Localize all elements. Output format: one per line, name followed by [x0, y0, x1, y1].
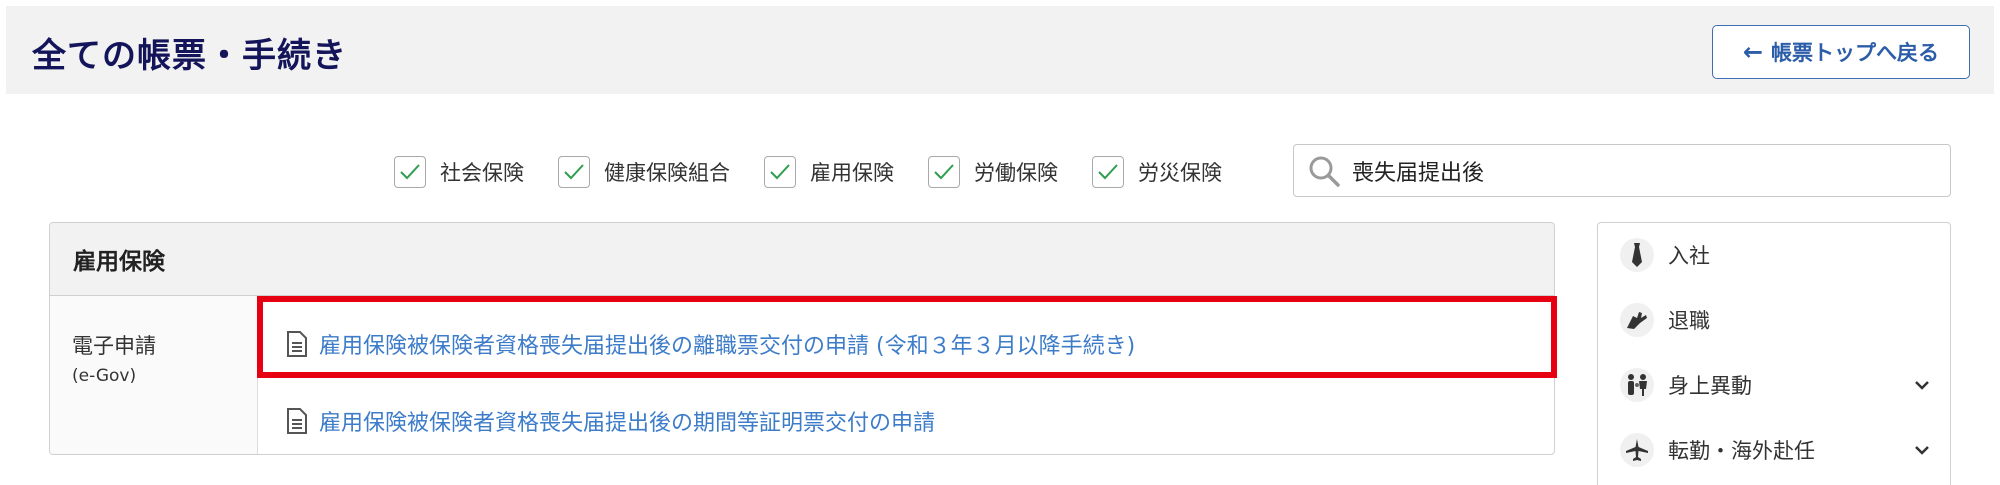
sidebar-item-tenkin-kaigai-funin[interactable]: 転勤・海外赴任	[1620, 430, 1936, 470]
sidebar-item-shinjo-ido[interactable]: 身上異動	[1620, 365, 1936, 405]
filter-shakai-hoken[interactable]: 社会保険	[394, 156, 524, 188]
page-title: 全ての帳票・手続き	[32, 36, 347, 76]
filter-rodo-hoken[interactable]: 労働保険	[928, 156, 1058, 188]
checkbox[interactable]	[764, 156, 796, 188]
necktie-icon	[1620, 238, 1654, 272]
checkbox[interactable]	[394, 156, 426, 188]
sidebar-item-label: 転勤・海外赴任	[1668, 439, 1815, 463]
category-cell: 電子申請 (e-Gov)	[50, 296, 258, 454]
checkbox[interactable]	[558, 156, 590, 188]
sidebar-item-label: 退職	[1668, 309, 1710, 333]
category-subtitle: (e-Gov)	[72, 366, 137, 386]
form-link-label[interactable]: 雇用保険被保険者資格喪失届提出後の離職票交付の申請 (令和３年３月以降手続き)	[319, 328, 1135, 360]
checkbox[interactable]	[928, 156, 960, 188]
checkmark-icon	[400, 164, 420, 180]
family-icon	[1620, 368, 1654, 402]
back-to-forms-top-button[interactable]: ← 帳票トップへ戻る	[1712, 25, 1970, 79]
checkmark-icon	[934, 164, 954, 180]
checkmark-icon	[770, 164, 790, 180]
panel-title: 雇用保険	[50, 223, 1554, 296]
checkmark-icon	[564, 164, 584, 180]
filter-label: 労働保険	[974, 161, 1058, 185]
category-title: 電子申請	[72, 334, 156, 358]
checkbox[interactable]	[1092, 156, 1124, 188]
chevron-down-icon[interactable]	[1912, 375, 1932, 395]
form-link-rishokuhyo[interactable]: 雇用保険被保険者資格喪失届提出後の離職票交付の申請 (令和３年３月以降手続き)	[285, 326, 1135, 362]
form-link-kikanto-shomeihyo[interactable]: 雇用保険被保険者資格喪失届提出後の期間等証明票交付の申請	[285, 403, 935, 439]
sidebar-item-label: 身上異動	[1668, 374, 1752, 398]
search-input[interactable]	[1352, 150, 1932, 191]
filter-rosai-hoken[interactable]: 労災保険	[1092, 156, 1222, 188]
document-icon	[287, 408, 307, 434]
filter-label: 健康保険組合	[604, 161, 730, 185]
sidebar-item-nyusha[interactable]: 入社	[1620, 235, 1936, 275]
filter-kenko-hoken-kumiai[interactable]: 健康保険組合	[558, 156, 730, 188]
filter-koyo-hoken[interactable]: 雇用保険	[764, 156, 894, 188]
panel-body: 電子申請 (e-Gov) 雇用保険被保険者資格喪失届提出後の離職票交付の申請 (…	[50, 296, 1554, 454]
chevron-down-icon[interactable]	[1912, 440, 1932, 460]
search-icon	[1309, 156, 1340, 187]
search-box[interactable]	[1293, 144, 1951, 197]
filter-label: 労災保険	[1138, 161, 1222, 185]
page-header: 全ての帳票・手続き ← 帳票トップへ戻る	[6, 6, 1994, 94]
form-link-label[interactable]: 雇用保険被保険者資格喪失届提出後の期間等証明票交付の申請	[319, 405, 935, 437]
checkmark-icon	[1098, 164, 1118, 180]
sidebar-item-taishoku[interactable]: 退職	[1620, 300, 1936, 340]
airplane-icon	[1620, 433, 1654, 467]
back-button-label: 帳票トップへ戻る	[1771, 41, 1940, 65]
form-links: 雇用保険被保険者資格喪失届提出後の離職票交付の申請 (令和３年３月以降手続き) …	[258, 296, 1554, 454]
results-panel: 雇用保険 電子申請 (e-Gov) 雇用保険被保険者資格喪失届提出後の離職票交付…	[49, 222, 1555, 455]
document-icon	[287, 331, 307, 357]
sidebar-item-label: 入社	[1668, 244, 1710, 268]
wave-hand-icon	[1620, 303, 1654, 337]
filter-label: 雇用保険	[810, 161, 894, 185]
filter-label: 社会保険	[440, 161, 524, 185]
arrow-left-icon: ←	[1742, 38, 1764, 66]
insurance-filters: 社会保険 健康保険組合 雇用保険 労働保険 労災保険	[394, 154, 1222, 190]
event-sidebar: 入社 退職 身上異動 転勤・海外赴任	[1597, 222, 1951, 485]
